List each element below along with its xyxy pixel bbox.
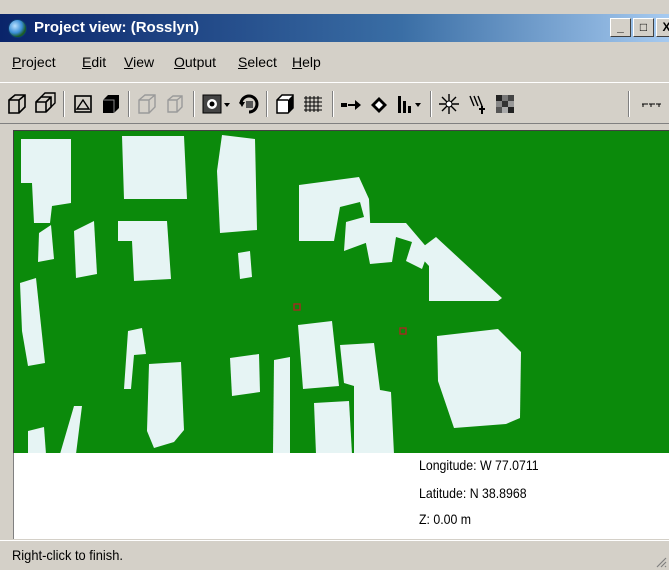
building: [38, 225, 54, 262]
latitude-readout: Latitude: N 38.8968: [419, 485, 527, 501]
diamond-icon[interactable]: [366, 91, 392, 117]
coordinate-panel: Longitude: W 77.0711 Latitude: N 38.8968…: [13, 453, 669, 539]
title-bar[interactable]: Project view: (Rosslyn) _ □ X: [0, 14, 669, 42]
map-canvas[interactable]: [13, 130, 669, 453]
render-dropdown-icon[interactable]: [200, 91, 232, 117]
status-bar: Right-click to finish.: [0, 540, 669, 570]
multi-cube-icon[interactable]: [32, 91, 58, 117]
toolbar-separator: [430, 91, 432, 117]
building-footprints: [20, 135, 521, 453]
building: [314, 401, 352, 453]
building: [28, 427, 46, 453]
shaded-cube-icon[interactable]: [272, 91, 298, 117]
building: [118, 221, 171, 281]
rotate-icon[interactable]: [236, 91, 262, 117]
building: [21, 139, 71, 223]
ghost-cube-2-icon: [162, 91, 188, 117]
grid-icon[interactable]: [300, 91, 326, 117]
bars-dropdown-icon[interactable]: [394, 91, 426, 117]
menu-select[interactable]: Select: [238, 54, 277, 70]
dither-icon[interactable]: [492, 91, 518, 117]
building: [20, 278, 45, 366]
building: [124, 328, 146, 389]
building: [217, 135, 257, 233]
building: [147, 362, 184, 448]
window-title: Project view: (Rosslyn): [34, 19, 200, 36]
arrow-right-icon[interactable]: [338, 91, 364, 117]
building: [362, 223, 429, 269]
ghost-cube-icon: [134, 91, 160, 117]
building: [273, 357, 290, 453]
toolbar-separator: [266, 91, 268, 117]
toolbar-separator: [332, 91, 334, 117]
solid-cube-icon[interactable]: [98, 91, 124, 117]
wireframe-cube-icon[interactable]: [4, 91, 30, 117]
project-view-window: Project view: (Rosslyn) _ □ X Project Ed…: [0, 0, 669, 570]
maximize-button[interactable]: □: [633, 18, 654, 37]
caption-buttons: _ □ X: [608, 18, 669, 37]
building: [122, 136, 187, 199]
toolbar-separator: [628, 91, 630, 117]
building: [416, 237, 502, 301]
building: [60, 406, 82, 453]
menu-output[interactable]: Output: [174, 54, 216, 70]
frame-select-icon[interactable]: [70, 91, 96, 117]
toolbar-separator: [128, 91, 130, 117]
status-message: Right-click to finish.: [12, 547, 123, 563]
building: [74, 221, 97, 278]
minimize-button[interactable]: _: [610, 18, 631, 37]
longitude-readout: Longitude: W 77.0711: [419, 457, 539, 473]
close-button[interactable]: X: [656, 18, 669, 37]
building: [299, 177, 371, 251]
rays-icon[interactable]: [464, 91, 490, 117]
building: [238, 251, 252, 279]
menu-help[interactable]: Help: [292, 54, 321, 70]
selection-marker: [399, 327, 407, 335]
building: [298, 321, 339, 389]
menu-project[interactable]: Project: [12, 54, 56, 70]
building: [230, 354, 260, 396]
resize-grip-icon[interactable]: [655, 556, 667, 568]
globe-icon[interactable]: [8, 19, 27, 38]
toolbar-separator: [63, 91, 65, 117]
starburst-icon[interactable]: [436, 91, 462, 117]
z-readout: Z: 0.00 m: [419, 511, 472, 527]
menu-edit[interactable]: Edit: [82, 54, 106, 70]
selection-marker: [293, 303, 301, 311]
toolbar-separator: [193, 91, 195, 117]
menu-bar: Project Edit View Output Select Help: [0, 50, 669, 76]
toolbar: [0, 82, 669, 124]
menu-view[interactable]: View: [124, 54, 154, 70]
building: [437, 329, 521, 428]
ellipsis-icon[interactable]: [638, 91, 664, 117]
